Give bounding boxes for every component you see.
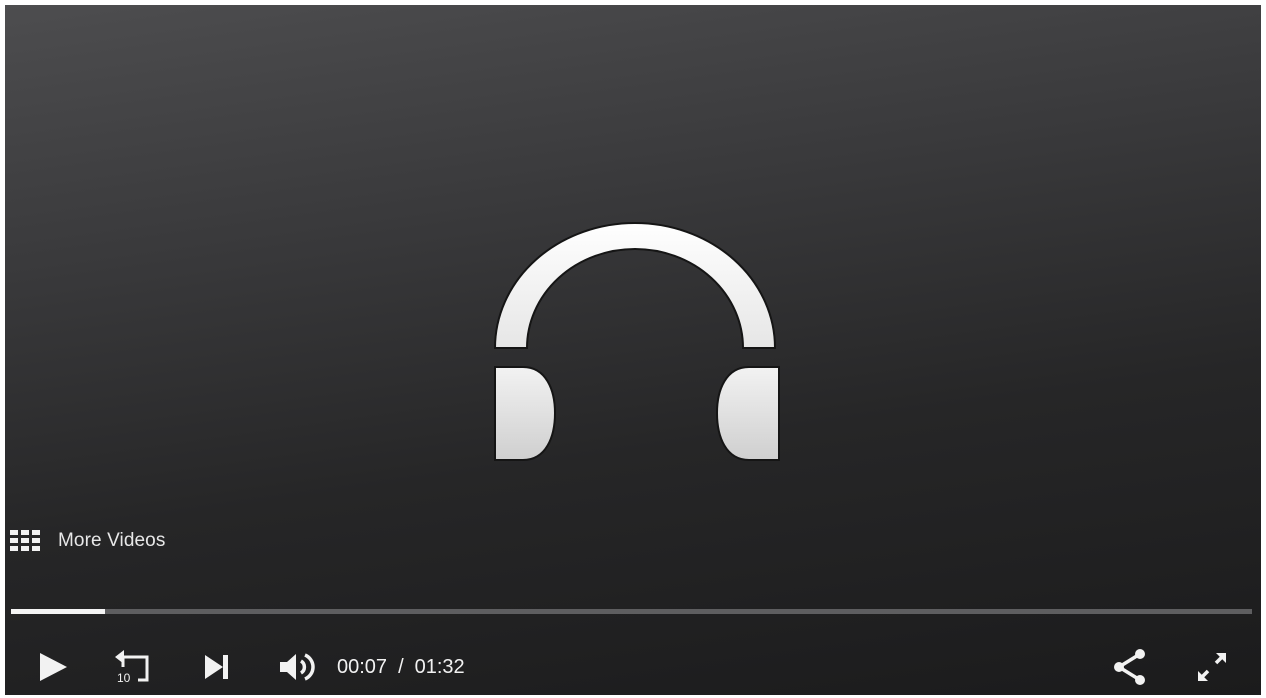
replay-10-button[interactable]: 10 (109, 641, 155, 693)
time-display: 00:07 / 01:32 (337, 641, 465, 693)
share-icon (1114, 649, 1145, 685)
play-icon (40, 653, 67, 681)
replay-10-icon: 10 (115, 650, 149, 685)
fullscreen-button[interactable] (1189, 641, 1235, 693)
grid-icon (10, 528, 40, 554)
fullscreen-icon (1198, 653, 1226, 681)
replay-seconds-label: 10 (117, 671, 131, 685)
play-button[interactable] (31, 641, 75, 693)
headphones-icon (493, 222, 780, 461)
duration: 01:32 (414, 655, 465, 678)
skip-next-icon (205, 655, 228, 679)
more-videos-button[interactable]: More Videos (10, 528, 165, 554)
control-bar: 10 00:07 / 01:32 (5, 641, 1261, 693)
video-player[interactable]: More Videos 10 00:07 / 01:32 (5, 5, 1261, 695)
skip-next-button[interactable] (198, 641, 236, 693)
current-time: 00:07 (337, 655, 388, 678)
volume-icon (280, 653, 315, 681)
volume-button[interactable] (273, 641, 321, 693)
time-separator: / (398, 655, 404, 678)
more-videos-label: More Videos (58, 530, 166, 551)
progress-bar[interactable] (11, 609, 1252, 614)
progress-fill (11, 609, 106, 614)
share-button[interactable] (1107, 641, 1153, 693)
